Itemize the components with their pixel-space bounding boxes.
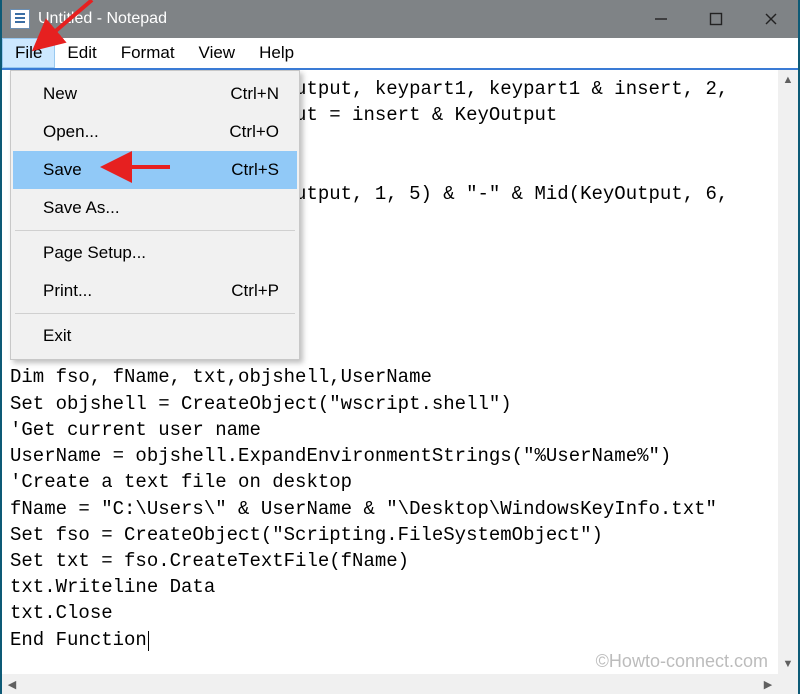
window-title: Untitled - Notepad xyxy=(38,10,167,28)
menu-separator xyxy=(15,230,295,231)
menu-item-label: Page Setup... xyxy=(13,243,279,263)
menu-item-label: Save xyxy=(13,160,231,180)
vertical-scrollbar[interactable]: ▲ ▼ xyxy=(778,70,798,674)
menu-item-save[interactable]: Save Ctrl+S xyxy=(13,151,297,189)
scroll-up-icon[interactable]: ▲ xyxy=(778,70,798,90)
menu-item-page-setup[interactable]: Page Setup... xyxy=(13,234,297,272)
watermark-text: ©Howto-connect.com xyxy=(596,651,768,672)
editor-area: )utput, keypart1, keypart1 & insert, 2, … xyxy=(2,70,798,694)
menu-help[interactable]: Help xyxy=(247,38,306,68)
menu-view[interactable]: View xyxy=(187,38,248,68)
menu-item-exit[interactable]: Exit xyxy=(13,317,297,355)
menu-file[interactable]: File xyxy=(2,38,55,68)
minimize-button[interactable] xyxy=(633,0,688,38)
scroll-left-icon[interactable]: ◀ xyxy=(2,674,22,694)
title-bar: Untitled - Notepad xyxy=(2,0,798,38)
menu-item-new[interactable]: New Ctrl+N xyxy=(13,75,297,113)
menu-item-shortcut: Ctrl+O xyxy=(229,122,297,142)
menu-item-label: Print... xyxy=(13,281,231,301)
menu-item-label: Exit xyxy=(13,326,279,346)
menu-item-save-as[interactable]: Save As... xyxy=(13,189,297,227)
menu-item-label: Open... xyxy=(13,122,229,142)
menu-edit[interactable]: Edit xyxy=(55,38,108,68)
close-button[interactable] xyxy=(743,0,798,38)
file-dropdown: New Ctrl+N Open... Ctrl+O Save Ctrl+S Sa… xyxy=(10,70,300,360)
menu-item-print[interactable]: Print... Ctrl+P xyxy=(13,272,297,310)
text-caret xyxy=(148,631,149,651)
scroll-right-icon[interactable]: ▶ xyxy=(758,674,778,694)
maximize-button[interactable] xyxy=(688,0,743,38)
menu-item-open[interactable]: Open... Ctrl+O xyxy=(13,113,297,151)
notepad-icon xyxy=(10,9,30,29)
menu-bar: File Edit Format View Help xyxy=(2,38,798,70)
scroll-down-icon[interactable]: ▼ xyxy=(778,654,798,674)
menu-item-label: Save As... xyxy=(13,198,279,218)
menu-format[interactable]: Format xyxy=(109,38,187,68)
menu-item-label: New xyxy=(13,84,230,104)
horizontal-scrollbar[interactable]: ◀ ▶ xyxy=(2,674,798,694)
menu-separator xyxy=(15,313,295,314)
menu-item-shortcut: Ctrl+S xyxy=(231,160,297,180)
menu-item-shortcut: Ctrl+P xyxy=(231,281,297,301)
menu-item-shortcut: Ctrl+N xyxy=(230,84,297,104)
